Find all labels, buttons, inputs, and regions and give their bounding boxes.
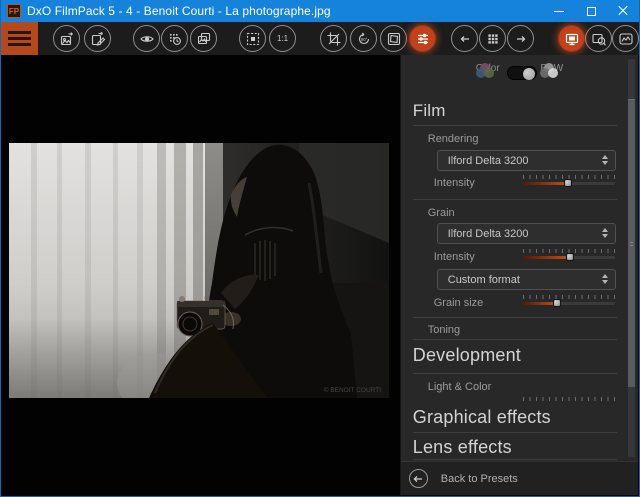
history-icon	[167, 31, 183, 47]
divider	[413, 432, 617, 433]
rotate-icon: 90°	[356, 31, 372, 47]
export-to-application-button[interactable]	[84, 25, 111, 52]
perspective-button[interactable]	[380, 25, 407, 52]
grain-intensity-slider[interactable]	[523, 249, 615, 262]
panel-scrollbar[interactable]	[627, 58, 636, 458]
divider	[413, 339, 617, 340]
adjustments-button[interactable]	[409, 25, 436, 52]
crop-button[interactable]	[320, 25, 347, 52]
close-icon	[618, 6, 628, 16]
zoom-100-button[interactable]: 1:1	[269, 25, 296, 52]
minimize-icon	[554, 11, 564, 12]
titlebar: FP DxO FilmPack 5 - 4 - Benoit Courti - …	[1, 0, 639, 22]
hamburger-icon	[8, 31, 31, 34]
grain-size-slider[interactable]	[523, 295, 615, 308]
minimize-button[interactable]	[543, 0, 575, 22]
spinner-icon	[602, 274, 608, 284]
divider	[413, 199, 617, 200]
subsection-light-color[interactable]: Light & Color	[428, 381, 492, 393]
thumbnails-button[interactable]	[479, 25, 506, 52]
main-area: © BENOIT COURTI Color	[2, 55, 638, 495]
rendering-preset-value: Ilford Delta 3200	[448, 155, 595, 167]
grid-icon	[485, 31, 501, 47]
app-icon: FP	[7, 4, 21, 18]
settings-panel: Color B&W Film Rendering Ilford Delta 32…	[400, 55, 638, 495]
loupe-button[interactable]	[585, 25, 612, 52]
presets-history-button[interactable]	[161, 25, 188, 52]
back-to-presets-label[interactable]: Back to Presets	[441, 473, 518, 485]
arrow-right-icon	[513, 31, 529, 47]
toolbar: 1:1 90°	[1, 22, 639, 55]
photo-watermark: © BENOIT COURTI	[324, 386, 381, 394]
menu-button[interactable]	[1, 22, 38, 55]
slider-knob[interactable]	[566, 253, 574, 261]
display-mode-button[interactable]	[558, 25, 585, 52]
bw-mode-button[interactable]: B&W	[532, 63, 572, 74]
slider-knob[interactable]	[564, 179, 572, 187]
grain-format-dropdown[interactable]: Custom format	[437, 269, 616, 290]
grain-preset-value: Ilford Delta 3200	[448, 228, 595, 240]
subsection-grain[interactable]: Grain	[428, 207, 455, 219]
eye-icon	[139, 31, 155, 47]
subsection-rendering[interactable]: Rendering	[428, 133, 479, 145]
spinner-icon	[602, 155, 608, 165]
slider-fill	[523, 302, 557, 305]
grain-intensity-label: Intensity	[434, 251, 475, 263]
compare-button[interactable]	[133, 25, 160, 52]
divider	[413, 459, 617, 460]
slider-fill	[523, 256, 570, 259]
slider-fill	[523, 182, 568, 185]
image-canvas: © BENOIT COURTI	[2, 55, 400, 495]
next-image-button[interactable]	[507, 25, 534, 52]
back-arrow-icon	[412, 473, 424, 485]
previous-image-button[interactable]	[451, 25, 478, 52]
window-title: DxO FilmPack 5 - 4 - Benoit Courti - La …	[27, 4, 331, 18]
fit-screen-icon	[245, 31, 261, 47]
export-edit-icon	[90, 31, 106, 47]
rendering-intensity-slider[interactable]	[523, 175, 615, 188]
divider	[413, 125, 617, 126]
partial-slider-ticks	[523, 397, 615, 401]
section-film[interactable]: Film	[413, 101, 446, 121]
maximize-icon	[587, 7, 596, 16]
magnifier-image-icon	[591, 31, 607, 47]
section-lens-effects[interactable]: Lens effects	[413, 437, 512, 458]
section-graphical-effects[interactable]: Graphical effects	[413, 407, 551, 428]
rendering-intensity-label: Intensity	[434, 177, 475, 189]
maximize-button[interactable]	[575, 0, 607, 22]
export-image-icon	[59, 31, 75, 47]
svg-text:90°: 90°	[361, 36, 368, 41]
divider	[413, 373, 617, 374]
scrollbar-thumb[interactable]	[628, 99, 635, 387]
waveform-icon	[618, 31, 634, 47]
monitor-icon	[564, 31, 580, 47]
photos-stack-icon	[196, 31, 212, 47]
fit-screen-button[interactable]	[239, 25, 266, 52]
panel-footer: Back to Presets	[401, 461, 638, 495]
color-mode-button[interactable]: Color	[468, 63, 508, 74]
rotate-90-button[interactable]: 90°	[350, 25, 377, 52]
subsection-toning[interactable]: Toning	[428, 324, 460, 336]
photo-la-photographe: © BENOIT COURTI	[9, 143, 389, 398]
close-button[interactable]	[607, 0, 639, 22]
app-window: FP DxO FilmPack 5 - 4 - Benoit Courti - …	[0, 0, 640, 497]
back-to-presets-button[interactable]	[409, 469, 428, 488]
grain-preset-dropdown[interactable]: Ilford Delta 3200	[437, 223, 616, 244]
rendering-preset-dropdown[interactable]: Ilford Delta 3200	[437, 150, 616, 171]
spinner-icon	[602, 228, 608, 238]
grain-size-label: Grain size	[434, 297, 484, 309]
sliders-icon	[415, 31, 431, 47]
image-browser-button[interactable]	[190, 25, 217, 52]
slider-knob[interactable]	[553, 299, 561, 307]
grain-format-value: Custom format	[448, 274, 595, 286]
histogram-button[interactable]	[612, 25, 639, 52]
export-to-disk-button[interactable]	[53, 25, 80, 52]
crop-icon	[326, 31, 342, 47]
section-development[interactable]: Development	[413, 345, 521, 366]
divider	[413, 317, 617, 318]
one-to-one-label: 1:1	[277, 34, 288, 43]
arrow-left-icon	[457, 31, 473, 47]
slider-ticks	[523, 295, 615, 299]
perspective-icon	[386, 31, 402, 47]
